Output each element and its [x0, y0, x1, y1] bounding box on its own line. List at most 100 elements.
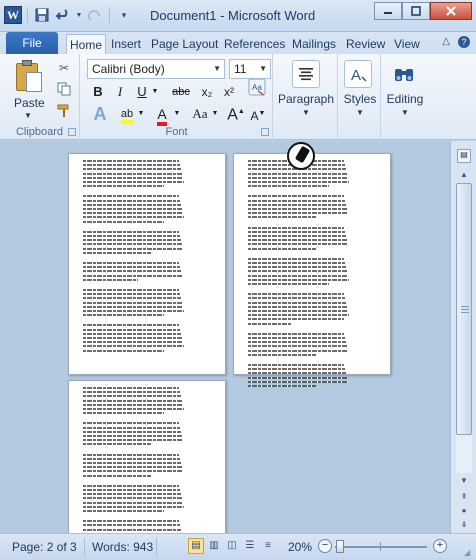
paste-icon[interactable] — [14, 60, 44, 94]
zoom-out-icon[interactable]: − — [318, 539, 332, 553]
undo-icon[interactable] — [54, 6, 72, 24]
scroll-down-icon[interactable]: ▼ — [455, 475, 473, 487]
text-line — [83, 345, 184, 348]
maximize-icon[interactable] — [402, 2, 430, 20]
outline-view-icon[interactable]: ☰ — [242, 538, 258, 554]
tab-home[interactable]: Home — [66, 34, 107, 54]
quick-access-toolbar: W ▼ ▾ — [4, 6, 133, 24]
text-line — [248, 257, 344, 260]
font-size-box[interactable]: 11 ▼ — [229, 59, 271, 79]
change-case-button[interactable]: Aa — [189, 104, 211, 124]
copy-icon[interactable] — [56, 82, 72, 98]
help-icon[interactable]: ? — [458, 36, 470, 48]
text-line — [248, 185, 329, 188]
shrink-font-button[interactable]: A▼ — [249, 104, 267, 124]
editing-button[interactable]: Editing — [382, 92, 428, 106]
text-line — [83, 176, 183, 179]
superscript-button[interactable]: x² — [219, 82, 239, 102]
full-screen-reading-view-icon[interactable]: ▥ — [206, 538, 222, 554]
window-controls — [374, 2, 472, 20]
minimize-icon[interactable] — [374, 2, 402, 20]
tab-view[interactable]: View — [391, 34, 423, 54]
title-bar: W ▼ ▾ Document1 - Microsoft Word — [0, 0, 476, 32]
grow-font-button[interactable]: A▲ — [227, 102, 245, 123]
binoculars-icon[interactable] — [390, 60, 418, 88]
collapse-ribbon-icon[interactable]: △ — [442, 36, 450, 48]
styles-button[interactable]: Styles — [339, 92, 381, 106]
underline-dropdown-icon[interactable]: ▼ — [151, 82, 159, 102]
paragraph-group[interactable]: Paragraph ▼ — [274, 54, 338, 140]
subscript-button[interactable]: x₂ — [197, 82, 217, 102]
paragraph-dropdown-icon[interactable]: ▼ — [274, 108, 338, 117]
highlight-button[interactable]: ab — [117, 104, 137, 124]
font-color-dropdown-icon[interactable]: ▼ — [173, 104, 181, 124]
font-launcher-icon[interactable] — [261, 128, 269, 136]
tab-insert[interactable]: Insert — [108, 34, 144, 54]
document-workspace[interactable] — [0, 141, 450, 533]
paragraph-button[interactable]: Paragraph — [274, 92, 338, 106]
tab-references[interactable]: References — [221, 34, 288, 54]
undo-dropdown-icon[interactable]: ▼ — [75, 6, 83, 24]
paste-dropdown-icon[interactable]: ▼ — [24, 111, 32, 120]
page-count-status[interactable]: Page: 2 of 3 — [12, 540, 77, 554]
styles-dropdown-icon[interactable]: ▼ — [339, 108, 381, 117]
previous-page-icon[interactable]: ⇞ — [455, 491, 473, 503]
document-page[interactable] — [233, 153, 391, 387]
editing-group[interactable]: Editing ▼ — [382, 54, 428, 140]
text-line — [248, 270, 347, 273]
draft-view-icon[interactable]: ≡ — [260, 538, 276, 554]
editing-dropdown-icon[interactable]: ▼ — [382, 108, 428, 117]
save-icon[interactable] — [33, 6, 51, 24]
zoom-slider-track[interactable] — [335, 546, 427, 548]
document-page[interactable] — [68, 380, 226, 533]
italic-button[interactable]: I — [111, 82, 129, 102]
bold-button[interactable]: B — [89, 82, 107, 102]
zoom-slider-midmark — [380, 542, 381, 551]
font-size-value: 11 — [234, 62, 247, 76]
chevron-down-icon[interactable]: ▼ — [213, 60, 221, 78]
web-layout-view-icon[interactable]: ◫ — [224, 538, 240, 554]
text-line — [83, 337, 182, 339]
print-layout-view-icon[interactable]: ▤ — [188, 538, 204, 554]
document-page[interactable] — [68, 153, 226, 375]
text-line — [83, 470, 183, 473]
strikethrough-button[interactable]: abc — [169, 82, 193, 102]
font-color-button[interactable]: A — [153, 104, 171, 126]
tab-review[interactable]: Review — [343, 34, 388, 54]
tab-page-layout[interactable]: Page Layout — [148, 34, 221, 54]
styles-icon[interactable]: A — [344, 60, 372, 88]
paste-button[interactable]: Paste — [14, 96, 45, 110]
highlight-dropdown-icon[interactable]: ▼ — [137, 104, 145, 124]
highlight-label: ab — [120, 108, 134, 124]
next-page-icon[interactable]: ⇟ — [455, 519, 473, 531]
text-line — [83, 349, 164, 352]
scroll-thumb[interactable] — [456, 183, 472, 435]
text-line — [248, 176, 348, 179]
paragraph-icon[interactable] — [292, 60, 320, 88]
tab-file[interactable]: File — [6, 32, 58, 54]
zoom-level[interactable]: 20% — [288, 540, 312, 554]
vertical-scrollbar[interactable]: ▤ ▲ ▼ ⇞ ● ⇟ — [450, 141, 476, 533]
word-logo-icon[interactable]: W — [4, 6, 22, 24]
scroll-up-icon[interactable]: ▲ — [455, 169, 473, 181]
cut-icon[interactable]: ✂ — [56, 60, 72, 76]
styles-group[interactable]: A Styles ▼ — [339, 54, 381, 140]
zoom-slider-thumb[interactable] — [336, 540, 345, 553]
word-count-status[interactable]: Words: 943 — [92, 540, 153, 554]
font-name-box[interactable]: Calibri (Body) ▼ — [87, 59, 225, 79]
window-title: Document1 - Microsoft Word — [150, 8, 316, 23]
chevron-down-icon[interactable]: ▼ — [259, 60, 267, 78]
view-ruler-icon[interactable]: ▤ — [457, 149, 471, 163]
underline-button[interactable]: U — [133, 82, 151, 102]
resize-grip-icon[interactable]: ◢ — [464, 548, 474, 558]
close-icon[interactable] — [430, 2, 472, 20]
text-effects-button[interactable]: A — [89, 104, 111, 124]
clear-formatting-icon[interactable]: Aa — [247, 78, 267, 100]
customize-qat-icon[interactable]: ▾ — [115, 6, 133, 24]
tab-mailings[interactable]: Mailings — [289, 34, 339, 54]
select-browse-object-icon[interactable]: ● — [455, 505, 473, 517]
clipboard-launcher-icon[interactable] — [68, 128, 76, 136]
zoom-in-icon[interactable]: + — [433, 539, 447, 553]
format-painter-icon[interactable] — [56, 104, 72, 120]
change-case-dropdown-icon[interactable]: ▼ — [211, 104, 219, 124]
